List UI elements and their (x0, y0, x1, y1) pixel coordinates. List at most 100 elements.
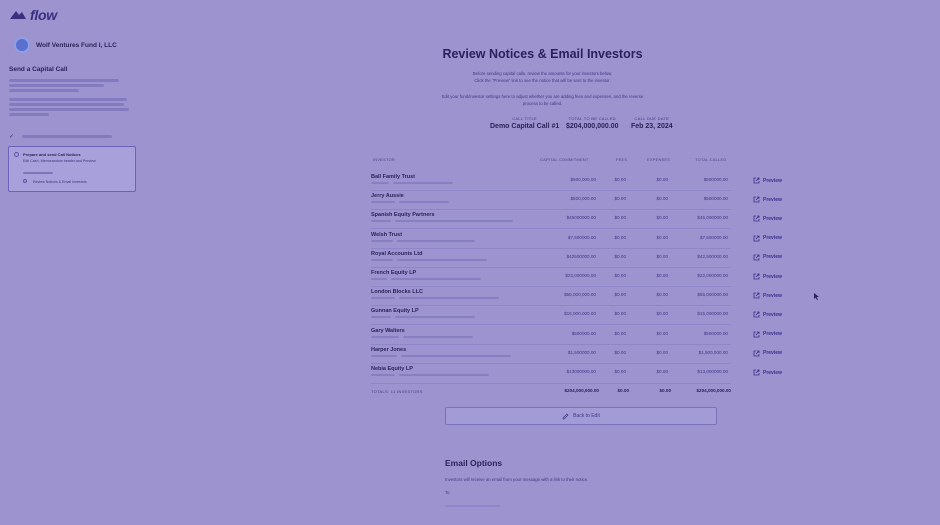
sidebar: flow Wolf Ventures Fund I, LLC Send a Ca… (0, 0, 145, 525)
totals-label: TOTALS: 11 INVESTORS (371, 389, 423, 394)
investor-name: French Equity LP (371, 270, 417, 276)
intro-text-2: Click the "Preview" link to see the noti… (474, 78, 611, 83)
preview-label: Preview (763, 235, 782, 242)
fees: $0.00 (614, 215, 627, 221)
row-divider (371, 286, 731, 287)
total-called: $7,500000.00 (699, 234, 728, 240)
fees: $0.00 (614, 349, 627, 355)
investor-email-placeholder (371, 374, 395, 376)
summary-key: CALL TITLE (512, 116, 538, 121)
back-to-edit-label: Back to Edit (573, 413, 600, 419)
preview-link[interactable]: Preview (753, 215, 782, 222)
total-called: $500000.00 (703, 330, 728, 336)
external-link-icon (753, 254, 760, 261)
row-divider (371, 266, 731, 268)
current-step-box[interactable]: Prepare and send Call Notices Edit Cash,… (8, 146, 136, 192)
total-called: $55,000000.00 (697, 292, 728, 298)
logo[interactable]: flow (9, 7, 57, 23)
external-link-icon (753, 292, 760, 299)
preview-link[interactable]: Preview (753, 331, 782, 338)
preview-link[interactable]: Preview (753, 254, 782, 261)
investor-detail-placeholder (399, 297, 499, 300)
capital-commitment: $22,000000.00 (565, 273, 596, 278)
fees: $0.00 (614, 273, 627, 278)
to-label: To (445, 490, 450, 495)
preview-label: Preview (763, 215, 782, 222)
summary-call-title: CALL TITLE Demo Capital Call #1 (490, 116, 559, 130)
investor-email-placeholder (371, 182, 389, 184)
investor-name: Spanish Equity Partners (371, 212, 435, 219)
investor-name: Ball Family Trust (371, 174, 416, 180)
investor-detail-placeholder (395, 316, 475, 319)
summary-key: CALL DUE DATE (634, 116, 670, 121)
investor-detail-placeholder (399, 374, 489, 376)
page-title: Review Notices & Email Investors (442, 47, 643, 61)
row-divider (371, 362, 731, 364)
summary-total: TOTAL TO BE CALLED $204,000,000.00 (566, 116, 619, 130)
preview-link[interactable]: Preview (753, 292, 782, 299)
flow-logo-icon (10, 11, 26, 19)
sidebar-title: Send a Capital Call (9, 66, 68, 73)
step-circle-icon (14, 152, 19, 157)
capital-commitment: $55,000,000.00 (564, 292, 596, 298)
sidebar-description (9, 79, 137, 116)
step-label-prepare: Prepare and send Call Notices (23, 152, 81, 157)
total-called: $42,500000.00 (697, 253, 728, 259)
investor-name: Welsh Trust (371, 231, 403, 238)
expenses: $0.00 (656, 311, 669, 317)
expenses: $0.00 (656, 215, 669, 221)
preview-label: Preview (763, 350, 782, 357)
summary-value: Demo Capital Call #1 (490, 123, 560, 130)
preview-link[interactable]: Preview (753, 369, 782, 376)
email-options-title: Email Options (445, 458, 503, 468)
step-label-review: Review Notices & Email Investors (33, 180, 87, 184)
investor-detail-placeholder (393, 182, 453, 184)
back-to-edit-button[interactable]: Back to Edit (445, 407, 717, 425)
total-called: $500000.00 (703, 177, 728, 182)
mouse-cursor-icon (814, 293, 819, 300)
preview-link[interactable]: Preview (753, 273, 782, 280)
capital-commitment: $500,000.00 (570, 177, 596, 182)
total-called: $22,000000.00 (697, 273, 728, 278)
main-content: Review Notices & Email Investors Before … (145, 0, 940, 525)
expenses: $0.00 (656, 196, 669, 202)
total-called: $15,000000.00 (697, 311, 728, 317)
column-header-fees: FEES (616, 157, 628, 162)
investor-name: Nebia Equity LP (371, 366, 413, 372)
preview-link[interactable]: Preview (753, 177, 782, 184)
fees: $0.00 (614, 234, 627, 240)
totals-divider (371, 383, 731, 384)
preview-label: Preview (763, 177, 782, 184)
row-divider (371, 324, 731, 326)
row-divider (371, 190, 731, 191)
fees: $0.00 (614, 330, 627, 336)
fees: $0.00 (614, 369, 627, 374)
expenses: $0.00 (656, 177, 669, 182)
capital-commitment: $500000.00 (571, 330, 596, 336)
total-called: $500000.00 (703, 196, 728, 202)
preview-label: Preview (763, 311, 782, 318)
fund-switcher[interactable]: Wolf Ventures Fund I, LLC (14, 37, 117, 53)
completed-step-placeholder (22, 135, 112, 138)
intro-text-4: process to be called. (522, 101, 563, 106)
preview-link[interactable]: Preview (753, 311, 782, 318)
step-circle-icon (23, 179, 27, 183)
preview-link[interactable]: Preview (753, 235, 782, 242)
total-called: $1,500,000.00 (698, 349, 728, 355)
external-link-icon (753, 215, 760, 222)
to-field[interactable] (445, 505, 500, 507)
step-placeholder-line (23, 172, 53, 174)
external-link-icon (753, 369, 760, 376)
preview-link[interactable]: Preview (753, 350, 782, 357)
investor-name: Jerry Aussie (371, 193, 404, 200)
investor-email-placeholder (371, 278, 387, 280)
investor-email-placeholder (371, 316, 391, 319)
row-divider (371, 209, 731, 211)
investor-detail-placeholder (399, 201, 449, 204)
investor-email-placeholder (371, 239, 393, 242)
fees: $0.00 (614, 311, 627, 317)
capital-commitment: $13000000.00 (566, 369, 596, 374)
preview-link[interactable]: Preview (753, 196, 782, 203)
preview-label: Preview (763, 254, 782, 261)
row-divider (371, 228, 731, 230)
